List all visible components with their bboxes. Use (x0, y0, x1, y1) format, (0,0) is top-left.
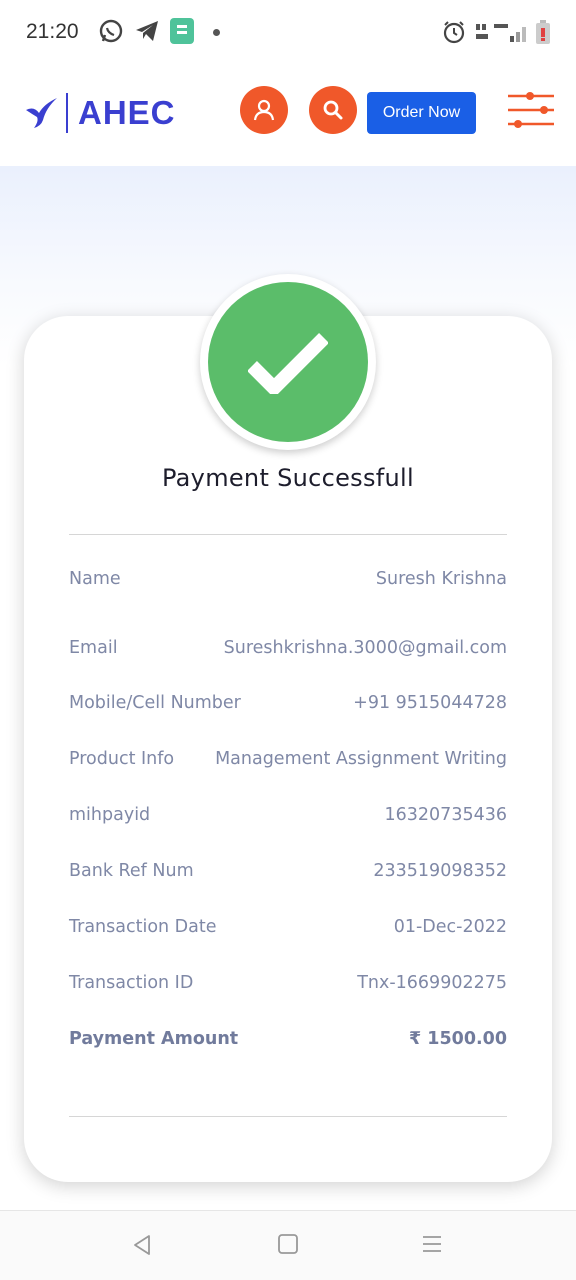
row-label: Email (69, 638, 118, 658)
row-value: Sureshkrishna.3000@gmail.com (223, 638, 507, 658)
site-header: AHEC Order Now (0, 64, 576, 166)
payment-status-title: Payment Successfull (161, 464, 414, 492)
detail-row-email: Email Sureshkrishna.3000@gmail.com (69, 638, 507, 668)
logo-text: AHEC (78, 94, 176, 131)
detail-row-name: Name Suresh Krishna (69, 569, 507, 599)
row-value: +91 9515044728 (353, 693, 507, 713)
status-time: 21:20 (26, 20, 79, 43)
user-icon (253, 99, 275, 121)
row-label: Product Info (69, 749, 175, 769)
search-icon (323, 100, 343, 120)
row-value: Suresh Krishna (375, 569, 507, 589)
bottom-divider (69, 1116, 507, 1117)
row-value: 233519098352 (373, 861, 507, 881)
filter-icon[interactable] (506, 90, 556, 130)
system-nav-bar (0, 1210, 576, 1280)
home-icon[interactable] (277, 1233, 299, 1255)
success-badge (200, 274, 376, 450)
order-now-button[interactable]: Order Now (367, 92, 476, 134)
success-circle (208, 282, 368, 442)
row-label: mihpayid (69, 805, 151, 825)
row-value: 16320735436 (384, 805, 507, 825)
back-icon[interactable] (131, 1233, 153, 1257)
detail-row-transaction-date: Transaction Date 01-Dec-2022 (69, 917, 507, 947)
detail-row-mobile: Mobile/Cell Number +91 9515044728 (69, 693, 507, 723)
lte-signal-icon (494, 24, 526, 42)
top-divider (69, 534, 507, 535)
row-label: Mobile/Cell Number (69, 693, 241, 713)
row-value: 01-Dec-2022 (393, 917, 507, 937)
alarm-icon (443, 21, 465, 44)
app-icon (170, 18, 194, 44)
detail-row-payment-amount: Payment Amount ₹ 1500.00 (69, 1029, 507, 1059)
notification-dot (213, 29, 220, 36)
ahec-logo[interactable]: AHEC (24, 91, 176, 135)
user-account-button[interactable] (240, 86, 288, 134)
volte-icon (476, 24, 488, 39)
telegram-icon (136, 21, 158, 41)
detail-row-transaction-id: Transaction ID Tnx-1669902275 (69, 973, 507, 1003)
detail-row-product-info: Product Info Management Assignment Writi… (69, 749, 507, 779)
bird-logo-icon (26, 98, 57, 128)
row-value: Tnx-1669902275 (357, 973, 507, 993)
status-bar: 21:20 (0, 0, 576, 64)
search-button[interactable] (309, 86, 357, 134)
row-label: Payment Amount (69, 1029, 239, 1049)
row-label: Transaction Date (69, 917, 217, 937)
menu-icon[interactable] (421, 1233, 443, 1255)
logo-divider (66, 93, 68, 133)
battery-icon (536, 20, 550, 44)
row-label: Transaction ID (69, 973, 194, 993)
row-value: Management Assignment Writing (215, 749, 507, 769)
whatsapp-icon (99, 19, 123, 43)
checkmark-icon (248, 333, 328, 394)
row-label: Bank Ref Num (69, 861, 194, 881)
row-label: Name (69, 569, 121, 589)
detail-row-bank-ref: Bank Ref Num 233519098352 (69, 861, 507, 891)
detail-row-mihpayid: mihpayid 16320735436 (69, 805, 507, 835)
row-value: ₹ 1500.00 (409, 1029, 507, 1049)
